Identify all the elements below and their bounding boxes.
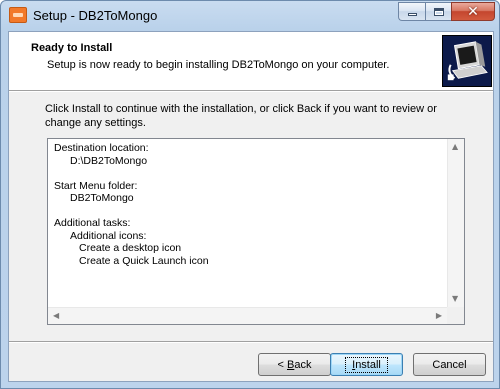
horizontal-scrollbar[interactable]: ◀ ▶ bbox=[48, 307, 447, 324]
title-bar[interactable]: Setup - DB2ToMongo ✕ bbox=[1, 1, 499, 31]
scroll-right-arrow-icon[interactable]: ▶ bbox=[436, 312, 442, 320]
window-title: Setup - DB2ToMongo bbox=[33, 8, 158, 23]
back-label: ack bbox=[294, 358, 312, 371]
memo-content: Destination location: D:\DB2ToMongo Star… bbox=[54, 142, 209, 267]
footer-divider-highlight bbox=[9, 342, 493, 343]
destination-label: Destination location: bbox=[54, 142, 149, 154]
additional-icons-label: Additional icons: bbox=[70, 229, 147, 242]
install-label-wrap: Install bbox=[345, 356, 388, 373]
header-divider-highlight bbox=[9, 91, 493, 92]
minimize-button[interactable] bbox=[398, 2, 425, 21]
vertical-scrollbar[interactable]: ▲ ▼ bbox=[447, 139, 464, 307]
install-button[interactable]: Install bbox=[330, 353, 403, 376]
minimize-icon bbox=[407, 13, 417, 16]
task-desktop-icon: Create a desktop icon bbox=[79, 242, 182, 254]
memo-spacer bbox=[54, 167, 209, 180]
scroll-left-arrow-icon[interactable]: ◀ bbox=[53, 312, 59, 320]
start-menu-label: Start Menu folder: bbox=[54, 179, 138, 192]
setup-window: Setup - DB2ToMongo ✕ Ready to Install Se… bbox=[0, 0, 500, 389]
cancel-button[interactable]: Cancel bbox=[413, 353, 486, 376]
wizard-header: Ready to Install Setup is now ready to b… bbox=[9, 32, 493, 90]
scroll-up-arrow-icon[interactable]: ▲ bbox=[452, 143, 458, 151]
instructions-text: Click Install to continue with the insta… bbox=[45, 103, 437, 129]
additional-tasks-label: Additional tasks: bbox=[54, 217, 131, 229]
back-prefix: < bbox=[277, 358, 287, 371]
back-button[interactable]: < Back bbox=[258, 353, 331, 376]
maximize-button[interactable] bbox=[425, 2, 451, 21]
scrollbar-corner bbox=[447, 307, 464, 324]
ready-memo[interactable]: Destination location: D:\DB2ToMongo Star… bbox=[47, 138, 465, 325]
close-button[interactable]: ✕ bbox=[451, 2, 495, 21]
app-icon[interactable] bbox=[9, 7, 27, 23]
page-subtitle: Setup is now ready to begin installing D… bbox=[47, 59, 390, 71]
maximize-icon bbox=[433, 7, 444, 16]
destination-value: D:\DB2ToMongo bbox=[70, 154, 148, 167]
page-title: Ready to Install bbox=[31, 42, 113, 54]
wizard-body: Ready to Install Setup is now ready to b… bbox=[8, 31, 494, 382]
back-accelerator: B bbox=[287, 358, 295, 371]
task-quick-launch-icon: Create a Quick Launch icon bbox=[79, 254, 209, 267]
start-menu-value: DB2ToMongo bbox=[70, 192, 134, 204]
memo-spacer bbox=[54, 205, 209, 218]
computer-install-icon bbox=[442, 35, 492, 87]
close-icon: ✕ bbox=[467, 3, 479, 20]
install-label: nstall bbox=[355, 358, 381, 371]
scroll-down-arrow-icon[interactable]: ▼ bbox=[452, 295, 458, 303]
